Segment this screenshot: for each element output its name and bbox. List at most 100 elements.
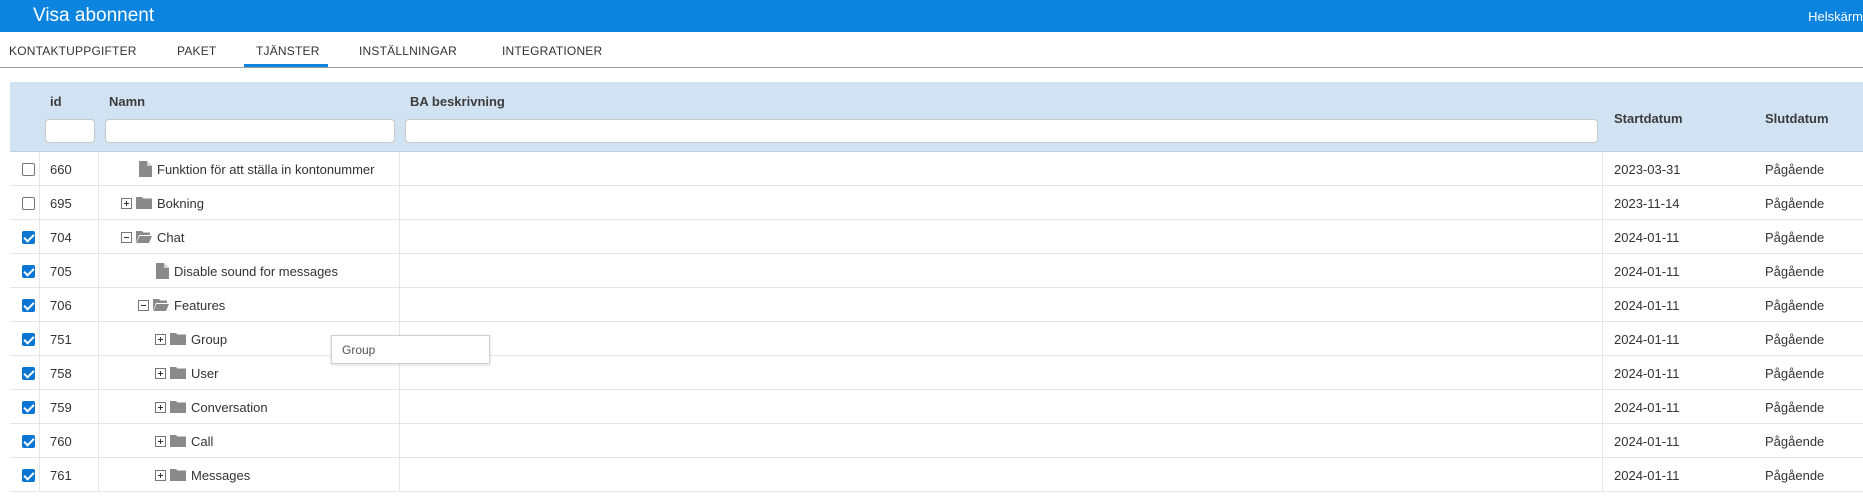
cell-divider <box>98 254 99 288</box>
name-filter-input[interactable] <box>105 119 395 143</box>
row-name: Chat <box>157 230 185 245</box>
expand-toggle-icon[interactable] <box>155 470 166 481</box>
title-bar: Visa abonnent Helskärm <box>0 0 1863 32</box>
cell-divider <box>98 356 99 390</box>
row-start-date: 2024-01-11 <box>1614 230 1680 245</box>
tab-integrations[interactable]: INTEGRATIONER <box>502 44 602 58</box>
row-end-date: Pågående <box>1765 468 1825 483</box>
cell-divider <box>39 152 40 186</box>
cell-divider <box>98 458 99 492</box>
table-row[interactable]: 758 User 2024-01-11 Pågående <box>10 356 1863 390</box>
folder-icon <box>170 367 186 379</box>
row-start-date: 2024-01-11 <box>1614 332 1680 347</box>
cell-divider <box>39 390 40 424</box>
cell-divider <box>399 424 400 458</box>
row-checkbox[interactable] <box>22 401 35 414</box>
expand-toggle-icon[interactable] <box>155 334 166 345</box>
cell-divider <box>399 288 400 322</box>
folder-icon <box>170 401 186 413</box>
fullscreen-button[interactable]: Helskärm <box>1808 9 1863 24</box>
name-tooltip: Group <box>331 335 490 364</box>
cell-divider <box>39 288 40 322</box>
column-header-name[interactable]: Namn <box>109 94 145 109</box>
row-id: 705 <box>50 264 72 279</box>
table-row[interactable]: 695 Bokning 2023-11-14 Pågående <box>10 186 1863 220</box>
tab-packages[interactable]: PAKET <box>177 44 216 58</box>
folder-icon <box>170 469 186 481</box>
row-end-date: Pågående <box>1765 400 1825 415</box>
row-name: Bokning <box>157 196 204 211</box>
row-name: Conversation <box>191 400 268 415</box>
cell-divider <box>1602 152 1603 186</box>
cell-divider <box>39 424 40 458</box>
table-row[interactable]: 704 Chat 2024-01-11 Pågående <box>10 220 1863 254</box>
expand-toggle-icon[interactable] <box>121 232 132 243</box>
table-row[interactable]: 759 Conversation 2024-01-11 Pågående <box>10 390 1863 424</box>
folder-icon <box>136 197 152 209</box>
column-header-end-date[interactable]: Slutdatum <box>1765 111 1829 126</box>
column-header-start-date[interactable]: Startdatum <box>1614 111 1683 126</box>
row-id: 761 <box>50 468 72 483</box>
row-end-date: Pågående <box>1765 434 1825 449</box>
table-row[interactable]: 705 Disable sound for messages 2024-01-1… <box>10 254 1863 288</box>
row-checkbox[interactable] <box>22 163 35 176</box>
row-checkbox[interactable] <box>22 265 35 278</box>
row-start-date: 2024-01-11 <box>1614 298 1680 313</box>
expand-toggle-icon[interactable] <box>155 436 166 447</box>
cell-divider <box>98 322 99 356</box>
cell-divider <box>98 220 99 254</box>
table-row[interactable]: 751 Group 2024-01-11 Pågående <box>10 322 1863 356</box>
row-checkbox[interactable] <box>22 367 35 380</box>
folder-open-icon <box>153 299 169 311</box>
row-name: User <box>191 366 219 381</box>
id-filter-input[interactable] <box>45 119 95 143</box>
row-checkbox[interactable] <box>22 299 35 312</box>
row-id: 760 <box>50 434 72 449</box>
row-checkbox[interactable] <box>22 469 35 482</box>
row-name: Messages <box>191 468 251 483</box>
column-header-id[interactable]: id <box>50 94 62 109</box>
cell-divider <box>1602 424 1603 458</box>
cell-divider <box>1602 288 1603 322</box>
table-row[interactable]: 660 Funktion för att ställa in kontonumm… <box>10 152 1863 186</box>
grid-body: 660 Funktion för att ställa in kontonumm… <box>10 152 1863 492</box>
row-name: Disable sound for messages <box>174 264 339 279</box>
row-id: 758 <box>50 366 72 381</box>
row-start-date: 2024-01-11 <box>1614 400 1680 415</box>
column-header-description[interactable]: BA beskrivning <box>410 94 505 109</box>
cell-divider <box>1602 322 1603 356</box>
cell-divider <box>399 254 400 288</box>
folder-icon <box>170 435 186 447</box>
row-checkbox[interactable] <box>22 435 35 448</box>
table-row[interactable]: 761 Messages 2024-01-11 Pågående <box>10 458 1863 492</box>
cell-divider <box>39 220 40 254</box>
cell-divider <box>39 186 40 220</box>
file-icon <box>156 263 169 279</box>
cell-divider <box>1602 220 1603 254</box>
row-end-date: Pågående <box>1765 332 1825 347</box>
cell-divider <box>98 424 99 458</box>
table-row[interactable]: 760 Call 2024-01-11 Pågående <box>10 424 1863 458</box>
row-start-date: 2023-03-31 <box>1614 162 1681 177</box>
description-filter-input[interactable] <box>405 119 1598 143</box>
grid-header: id Namn BA beskrivning Startdatum Slutda… <box>10 82 1863 152</box>
expand-toggle-icon[interactable] <box>138 300 149 311</box>
row-checkbox[interactable] <box>22 231 35 244</box>
tab-contact-details[interactable]: KONTAKTUPPGIFTER <box>9 44 137 58</box>
row-start-date: 2024-01-11 <box>1614 264 1680 279</box>
expand-toggle-icon[interactable] <box>155 368 166 379</box>
tab-services[interactable]: TJÄNSTER <box>256 44 320 58</box>
cell-divider <box>1602 254 1603 288</box>
row-checkbox[interactable] <box>22 333 35 346</box>
expand-toggle-icon[interactable] <box>155 402 166 413</box>
file-icon <box>139 161 152 177</box>
cell-divider <box>98 390 99 424</box>
row-name: Call <box>191 434 214 449</box>
expand-toggle-icon[interactable] <box>121 198 132 209</box>
row-id: 704 <box>50 230 72 245</box>
cell-divider <box>39 458 40 492</box>
row-checkbox[interactable] <box>22 197 35 210</box>
table-row[interactable]: 706 Features 2024-01-11 Pågående <box>10 288 1863 322</box>
tab-settings[interactable]: INSTÄLLNINGAR <box>359 44 457 58</box>
row-end-date: Pågående <box>1765 162 1825 177</box>
